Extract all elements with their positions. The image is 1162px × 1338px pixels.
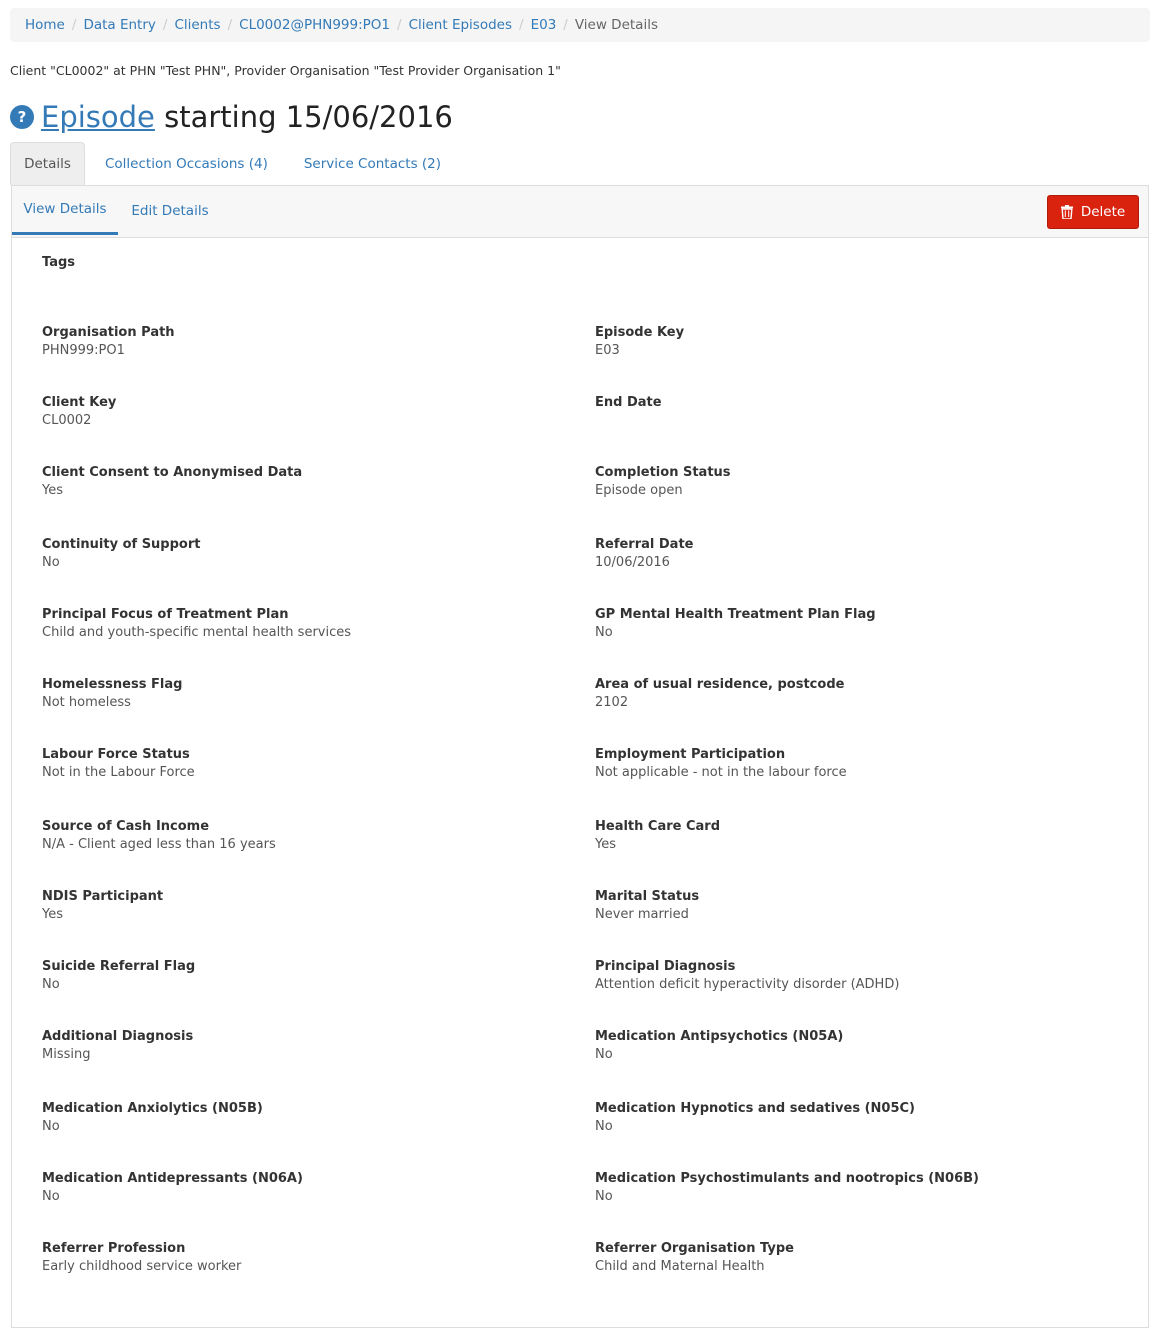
medication-antidepressants-n06a-label: Medication Antidepressants (N06A) (42, 1171, 303, 1186)
client-key-value: CL0002 (42, 413, 92, 428)
trash-icon (1060, 205, 1073, 219)
suicide-referral-flag-value: No (42, 977, 60, 992)
medication-anxiolytics-n05b-label: Medication Anxiolytics (N05B) (42, 1101, 263, 1116)
main-tabs: Details Collection Occasions (4) Service… (10, 142, 1150, 185)
delete-label: Delete (1080, 204, 1126, 220)
breadcrumb-separator: / (162, 17, 168, 33)
breadcrumb-separator: / (227, 17, 233, 33)
organisation-path-label: Organisation Path (42, 325, 175, 340)
breadcrumb-separator: / (519, 17, 524, 33)
area-of-usual-residence-postcode-value: 2102 (595, 695, 629, 710)
breadcrumb-current: View Details (574, 17, 658, 33)
breadcrumb-episode[interactable]: E03 (531, 17, 557, 33)
episode-key-value: E03 (595, 343, 620, 358)
referral-date-label: Referral Date (595, 537, 694, 552)
breadcrumb: Home / Data Entry / Clients / CL0002@PHN999… (10, 8, 1150, 42)
breadcrumb-home[interactable]: Home (25, 17, 65, 33)
referrer-organisation-type-label: Referrer Organisation Type (595, 1241, 794, 1256)
medication-psychostimulants-and-nootropics-n06b-label: Medication Psychostimulants and nootropi… (595, 1171, 979, 1186)
subtab-view-details[interactable]: View Details (12, 186, 118, 235)
subtab-edit-details[interactable]: Edit Details (124, 186, 216, 235)
suicide-referral-flag-label: Suicide Referral Flag (42, 959, 196, 974)
completion-status-label: Completion Status (595, 465, 731, 480)
medication-antidepressants-n06a-value: No (42, 1189, 60, 1204)
additional-diagnosis-value: Missing (42, 1047, 91, 1062)
end-date-label: End Date (595, 395, 662, 410)
ndis-participant-value: Yes (42, 907, 63, 922)
ndis-participant-label: NDIS Participant (42, 889, 164, 904)
source-of-cash-income-label: Source of Cash Income (42, 819, 210, 834)
title-rest: starting 15/06/2016 (154, 100, 453, 134)
breadcrumb-client-episodes[interactable]: Client Episodes (409, 17, 512, 33)
principal-focus-of-treatment-plan-value: Child and youth-specific mental health s… (42, 625, 352, 640)
medication-antipsychotics-n05a-label: Medication Antipsychotics (N05A) (595, 1029, 844, 1044)
tags-label: Tags (42, 255, 76, 270)
breadcrumb-clients[interactable]: Clients (174, 17, 220, 33)
page-title-row: ? Episode starting 15/06/2016 (10, 99, 453, 135)
breadcrumb-data-entry[interactable]: Data Entry (83, 17, 155, 33)
medication-anxiolytics-n05b-value: No (42, 1119, 60, 1134)
breadcrumb-client[interactable]: CL0002@PHN999:PO1 (239, 17, 390, 33)
health-care-card-label: Health Care Card (595, 819, 721, 834)
principal-diagnosis-value: Attention deficit hyperactivity disorder… (595, 977, 900, 992)
health-care-card-value: Yes (595, 837, 616, 852)
details-panel: View Details Edit Details Delete Tags Or… (11, 185, 1149, 1328)
tab-details[interactable]: Details (10, 142, 85, 185)
client-consent-to-anonymised-data-value: Yes (42, 483, 63, 498)
completion-status-value: Episode open (595, 483, 683, 498)
homelessness-flag-label: Homelessness Flag (42, 677, 183, 692)
principal-diagnosis-label: Principal Diagnosis (595, 959, 736, 974)
breadcrumb-separator: / (563, 17, 568, 33)
referrer-organisation-type-value: Child and Maternal Health (595, 1259, 765, 1274)
area-of-usual-residence-postcode-label: Area of usual residence, postcode (595, 677, 845, 692)
referral-date-value: 10/06/2016 (595, 555, 670, 570)
continuity-of-support-value: No (42, 555, 60, 570)
homelessness-flag-value: Not homeless (42, 695, 131, 710)
labour-force-status-value: Not in the Labour Force (42, 765, 195, 780)
labour-force-status-label: Labour Force Status (42, 747, 190, 762)
medication-hypnotics-and-sedatives-n05c-value: No (595, 1119, 613, 1134)
principal-focus-of-treatment-plan-label: Principal Focus of Treatment Plan (42, 607, 289, 622)
tab-service-contacts[interactable]: Service Contacts (2) (288, 142, 461, 185)
referrer-profession-value: Early childhood service worker (42, 1259, 242, 1274)
client-consent-to-anonymised-data-label: Client Consent to Anonymised Data (42, 465, 303, 480)
referrer-profession-label: Referrer Profession (42, 1241, 186, 1256)
gp-mental-health-treatment-plan-flag-label: GP Mental Health Treatment Plan Flag (595, 607, 876, 622)
page-title: Episode starting 15/06/2016 (41, 100, 453, 134)
organisation-path-value: PHN999:PO1 (42, 343, 125, 358)
medication-psychostimulants-and-nootropics-n06b-value: No (595, 1189, 613, 1204)
employment-participation-label: Employment Participation (595, 747, 786, 762)
tab-collection-occasions[interactable]: Collection Occasions (4) (85, 142, 288, 185)
marital-status-label: Marital Status (595, 889, 700, 904)
episode-link[interactable]: Episode (41, 100, 155, 134)
employment-participation-value: Not applicable - not in the labour force (595, 765, 847, 780)
continuity-of-support-label: Continuity of Support (42, 537, 201, 552)
medication-hypnotics-and-sedatives-n05c-label: Medication Hypnotics and sedatives (N05C… (595, 1101, 915, 1116)
additional-diagnosis-label: Additional Diagnosis (42, 1029, 194, 1044)
marital-status-value: Never married (595, 907, 689, 922)
client-key-label: Client Key (42, 395, 117, 410)
breadcrumb-separator: / (397, 17, 402, 33)
delete-button[interactable]: Delete (1047, 195, 1139, 229)
source-of-cash-income-value: N/A - Client aged less than 16 years (42, 837, 276, 852)
medication-antipsychotics-n05a-value: No (595, 1047, 613, 1062)
client-context-line: Client "CL0002" at PHN "Test PHN", Provi… (10, 63, 561, 78)
breadcrumb-separator: / (71, 17, 77, 33)
help-icon[interactable]: ? (10, 105, 34, 129)
episode-key-label: Episode Key (595, 325, 685, 340)
gp-mental-health-treatment-plan-flag-value: No (595, 625, 613, 640)
details-subnav: View Details Edit Details Delete (12, 186, 1148, 238)
